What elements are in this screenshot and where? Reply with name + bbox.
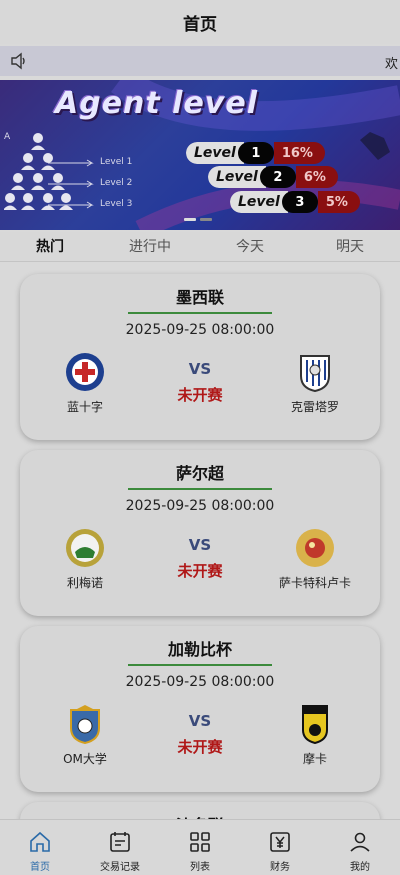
- finance-icon: [270, 832, 290, 852]
- league-divider: [128, 312, 272, 314]
- notice-text: 欢: [384, 57, 398, 72]
- league-divider: [128, 488, 272, 490]
- user-icon: [350, 832, 370, 852]
- page-header: 首页: [0, 0, 400, 44]
- records-icon: [110, 832, 130, 852]
- carousel-dot[interactable]: [200, 218, 212, 221]
- level-pill-label: Level: [230, 191, 288, 213]
- level-pill-number: 1: [237, 142, 274, 164]
- carousel-dot[interactable]: [184, 218, 196, 221]
- tab-hot[interactable]: 热门: [0, 232, 100, 261]
- arrow-icons: [48, 159, 94, 209]
- nav-label: 列表: [190, 862, 210, 873]
- level-pill-number: 2: [259, 166, 296, 188]
- agent-level-banner[interactable]: Agent level A Level 1 Level 2 Level 3 Le…: [0, 80, 400, 230]
- home-icon: [30, 831, 50, 852]
- nav-label: 我的: [350, 862, 370, 873]
- pyramid-level-2: Level 2: [100, 178, 133, 188]
- away-team: 萨卡特科卢卡: [260, 528, 370, 591]
- team-logo-icon: [296, 529, 334, 567]
- page-title: 首页: [183, 14, 217, 35]
- level-pill-label: Level: [208, 166, 266, 188]
- tab-live[interactable]: 进行中: [100, 232, 200, 261]
- match-time: 2025-09-25 08:00:00: [125, 498, 275, 514]
- nav-home[interactable]: 首页: [0, 820, 80, 875]
- tab-tomorrow[interactable]: 明天: [300, 232, 400, 261]
- nav-records[interactable]: 交易记录: [80, 820, 160, 875]
- match-card[interactable]: 墨西联 2025-09-25 08:00:00 蓝十字 VS 未开赛 克雷塔罗: [20, 274, 380, 440]
- league-name: 加勒比杯: [167, 640, 232, 659]
- match-card[interactable]: 加勒比杯 2025-09-25 08:00:00 OM大学 VS 未开赛 摩卡: [20, 626, 380, 792]
- nav-label: 财务: [270, 862, 290, 873]
- team-name: 萨卡特科卢卡: [278, 576, 351, 590]
- league-name: 墨西联: [175, 288, 224, 307]
- grid-icon: [190, 832, 210, 852]
- away-team: 克雷塔罗: [260, 352, 370, 415]
- level-pill-percent: 16%: [273, 142, 325, 164]
- level-pill-number: 3: [281, 191, 318, 213]
- level-pill-2: Level 2 6%: [208, 166, 338, 188]
- match-time: 2025-09-25 08:00:00: [125, 322, 275, 338]
- pyramid-level-3: Level 3: [100, 199, 133, 209]
- nav-finance[interactable]: 财务: [240, 820, 320, 875]
- pyramid-level-1: Level 1: [100, 157, 133, 167]
- nav-profile[interactable]: 我的: [320, 820, 400, 875]
- league-divider: [128, 664, 272, 666]
- league-name: 萨尔超: [175, 464, 224, 483]
- notice-bar[interactable]: 欢: [0, 46, 400, 76]
- away-team: 摩卡: [260, 704, 370, 767]
- match-card[interactable]: 萨尔超 2025-09-25 08:00:00 利梅诺 VS 未开赛 萨卡特科卢…: [20, 450, 380, 616]
- team-logo-icon: [302, 705, 328, 744]
- pyramid-apex-label: A: [4, 132, 11, 142]
- match-time: 2025-09-25 08:00:00: [125, 674, 275, 690]
- team-name: 摩卡: [302, 752, 327, 766]
- match-filter-tabs: 热门 进行中 今天 明天: [0, 232, 400, 262]
- level-pill-percent: 6%: [295, 166, 338, 188]
- level-pill-3: Level 3 5%: [230, 191, 360, 213]
- nav-label: 首页: [30, 862, 50, 873]
- nav-list[interactable]: 列表: [160, 820, 240, 875]
- banner-title: Agent level: [55, 86, 258, 121]
- level-pill-1: Level 1 16%: [186, 142, 325, 164]
- team-logo-icon: [300, 355, 330, 392]
- team-name: 克雷塔罗: [290, 400, 339, 414]
- carousel-indicator[interactable]: [184, 218, 212, 221]
- level-pill-label: Level: [186, 142, 244, 164]
- speaker-icon: [11, 52, 25, 70]
- level-pill-percent: 5%: [317, 191, 360, 213]
- bottom-navigation: 首页 交易记录 列表 财务 我的: [0, 819, 400, 875]
- tab-today[interactable]: 今天: [200, 232, 300, 261]
- nav-label: 交易记录: [100, 862, 140, 873]
